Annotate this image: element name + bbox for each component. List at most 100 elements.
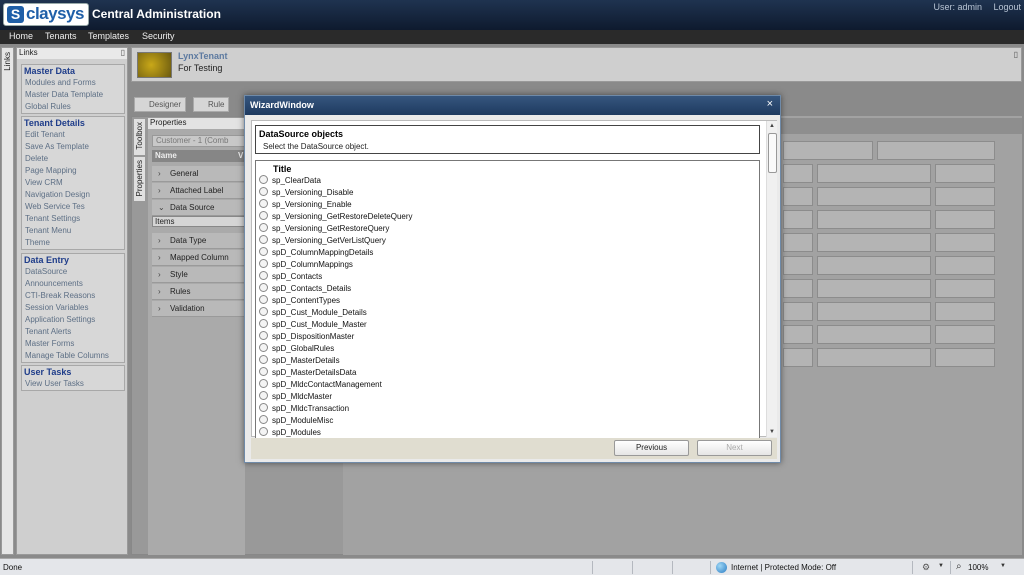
chevron-down-icon[interactable]: ▼ [938,563,944,569]
radio-button[interactable] [259,355,268,364]
datasource-option[interactable]: sp_Versioning_Enable [259,199,352,211]
previous-button[interactable]: Previous [614,440,689,456]
datasource-option[interactable]: spD_MasterDetailsData [259,367,356,379]
list-scrollbar[interactable]: ▲ ▼ [766,121,777,437]
radio-button[interactable] [259,247,268,256]
link-announcements[interactable]: Announcements [22,278,124,290]
link-global-rules[interactable]: Global Rules [22,101,124,113]
link-session-variables[interactable]: Session Variables [22,302,124,314]
radio-button[interactable] [259,235,268,244]
radio-button[interactable] [259,331,268,340]
nav-home[interactable]: Home [9,31,33,41]
radio-button[interactable] [259,427,268,436]
radio-button[interactable] [259,175,268,184]
scroll-up-icon[interactable]: ▲ [769,123,775,129]
zoom-icon[interactable]: ⌕ [956,561,962,572]
radio-button[interactable] [259,199,268,208]
close-icon[interactable]: × [767,98,773,110]
prop-validation[interactable]: › Validation [152,301,245,317]
datasource-option[interactable]: spD_Contacts [259,271,322,283]
radio-button[interactable] [259,367,268,376]
datasource-option[interactable]: spD_Contacts_Details [259,283,351,295]
radio-button[interactable] [259,415,268,424]
radio-button[interactable] [259,379,268,388]
tab-properties[interactable]: Properties [133,156,146,202]
datasource-option[interactable]: sp_ClearData [259,175,321,187]
protected-mode-icon[interactable]: ⚙ [922,562,930,573]
radio-button[interactable] [259,403,268,412]
pin-icon[interactable]: ▯ [121,48,125,57]
radio-button[interactable] [259,211,268,220]
link-web-service-test[interactable]: Web Service Tes [22,201,124,213]
radio-button[interactable] [259,319,268,328]
link-manage-table-columns[interactable]: Manage Table Columns [22,350,124,362]
pin-icon[interactable]: ▯ [1014,50,1018,59]
prop-general[interactable]: › General [152,166,245,182]
datasource-option[interactable]: spD_ColumnMappingDetails [259,247,373,259]
rule-button[interactable]: Rule [193,97,230,112]
link-tenant-menu[interactable]: Tenant Menu [22,225,124,237]
link-tenant-settings[interactable]: Tenant Settings [22,213,124,225]
designer-button[interactable]: Designer [134,97,187,112]
datasource-option[interactable]: spD_ContentTypes [259,295,340,307]
datasource-option[interactable]: spD_Modules [259,427,321,438]
radio-button[interactable] [259,223,268,232]
radio-button[interactable] [259,391,268,400]
datasource-option[interactable]: sp_Versioning_GetVerListQuery [259,235,386,247]
link-delete[interactable]: Delete [22,153,124,165]
datasource-option[interactable]: sp_Versioning_GetRestoreQuery [259,223,389,235]
link-master-forms[interactable]: Master Forms [22,338,124,350]
link-view-crm[interactable]: View CRM [22,177,124,189]
nav-security[interactable]: Security [142,31,175,41]
radio-button[interactable] [259,271,268,280]
datasource-option[interactable]: spD_MasterDetails [259,355,340,367]
link-navigation-design[interactable]: Navigation Design [22,189,124,201]
chevron-down-icon[interactable]: ▼ [1000,563,1006,569]
prop-items[interactable]: Items [152,216,245,227]
datasource-option[interactable]: spD_MldcMaster [259,391,332,403]
datasource-option[interactable]: spD_ColumnMappings [259,259,353,271]
link-tenant-alerts[interactable]: Tenant Alerts [22,326,124,338]
datasource-option[interactable]: spD_ModuleMisc [259,415,333,427]
scroll-thumb[interactable] [768,133,777,173]
link-datasource[interactable]: DataSource [22,266,124,278]
link-view-user-tasks[interactable]: View User Tasks [22,378,124,390]
datasource-option[interactable]: sp_Versioning_GetRestoreDeleteQuery [259,211,413,223]
datasource-option[interactable]: spD_Cust_Module_Details [259,307,367,319]
prop-attached-label[interactable]: › Attached Label [152,183,245,199]
scroll-down-icon[interactable]: ▼ [769,429,775,435]
radio-button[interactable] [259,283,268,292]
link-page-mapping[interactable]: Page Mapping [22,165,124,177]
radio-button[interactable] [259,259,268,268]
link-cti-break-reasons[interactable]: CTI-Break Reasons [22,290,124,302]
radio-button[interactable] [259,187,268,196]
datasource-option[interactable]: spD_MldcContactManagement [259,379,382,391]
next-button[interactable]: Next [697,440,772,456]
properties-object-select[interactable]: Customer - 1 (Comb [152,135,245,147]
security-zone[interactable]: Internet | Protected Mode: Off [731,563,836,572]
link-master-data-template[interactable]: Master Data Template [22,89,124,101]
prop-rules[interactable]: › Rules [152,284,245,300]
prop-data-source[interactable]: ⌄ Data Source [152,200,245,216]
logout-link[interactable]: Logout [993,2,1021,12]
wizard-titlebar[interactable]: WizardWindow × [245,96,780,115]
datasource-option[interactable]: spD_DispositionMaster [259,331,354,343]
nav-templates[interactable]: Templates [88,31,129,41]
prop-style[interactable]: › Style [152,267,245,283]
tab-toolbox[interactable]: Toolbox [133,118,146,156]
radio-button[interactable] [259,307,268,316]
prop-mapped-column[interactable]: › Mapped Column [152,250,245,266]
datasource-option[interactable]: spD_MldcTransaction [259,403,349,415]
link-save-as-template[interactable]: Save As Template [22,141,124,153]
link-edit-tenant[interactable]: Edit Tenant [22,129,124,141]
radio-button[interactable] [259,295,268,304]
datasource-option[interactable]: spD_Cust_Module_Master [259,319,367,331]
datasource-option[interactable]: sp_Versioning_Disable [259,187,353,199]
link-modules-and-forms[interactable]: Modules and Forms [22,77,124,89]
link-application-settings[interactable]: Application Settings [22,314,124,326]
zoom-level[interactable]: 100% [968,563,988,572]
links-side-tab[interactable]: Links [1,47,14,555]
datasource-option[interactable]: spD_GlobalRules [259,343,334,355]
nav-tenants[interactable]: Tenants [45,31,77,41]
prop-data-type[interactable]: › Data Type [152,233,245,249]
